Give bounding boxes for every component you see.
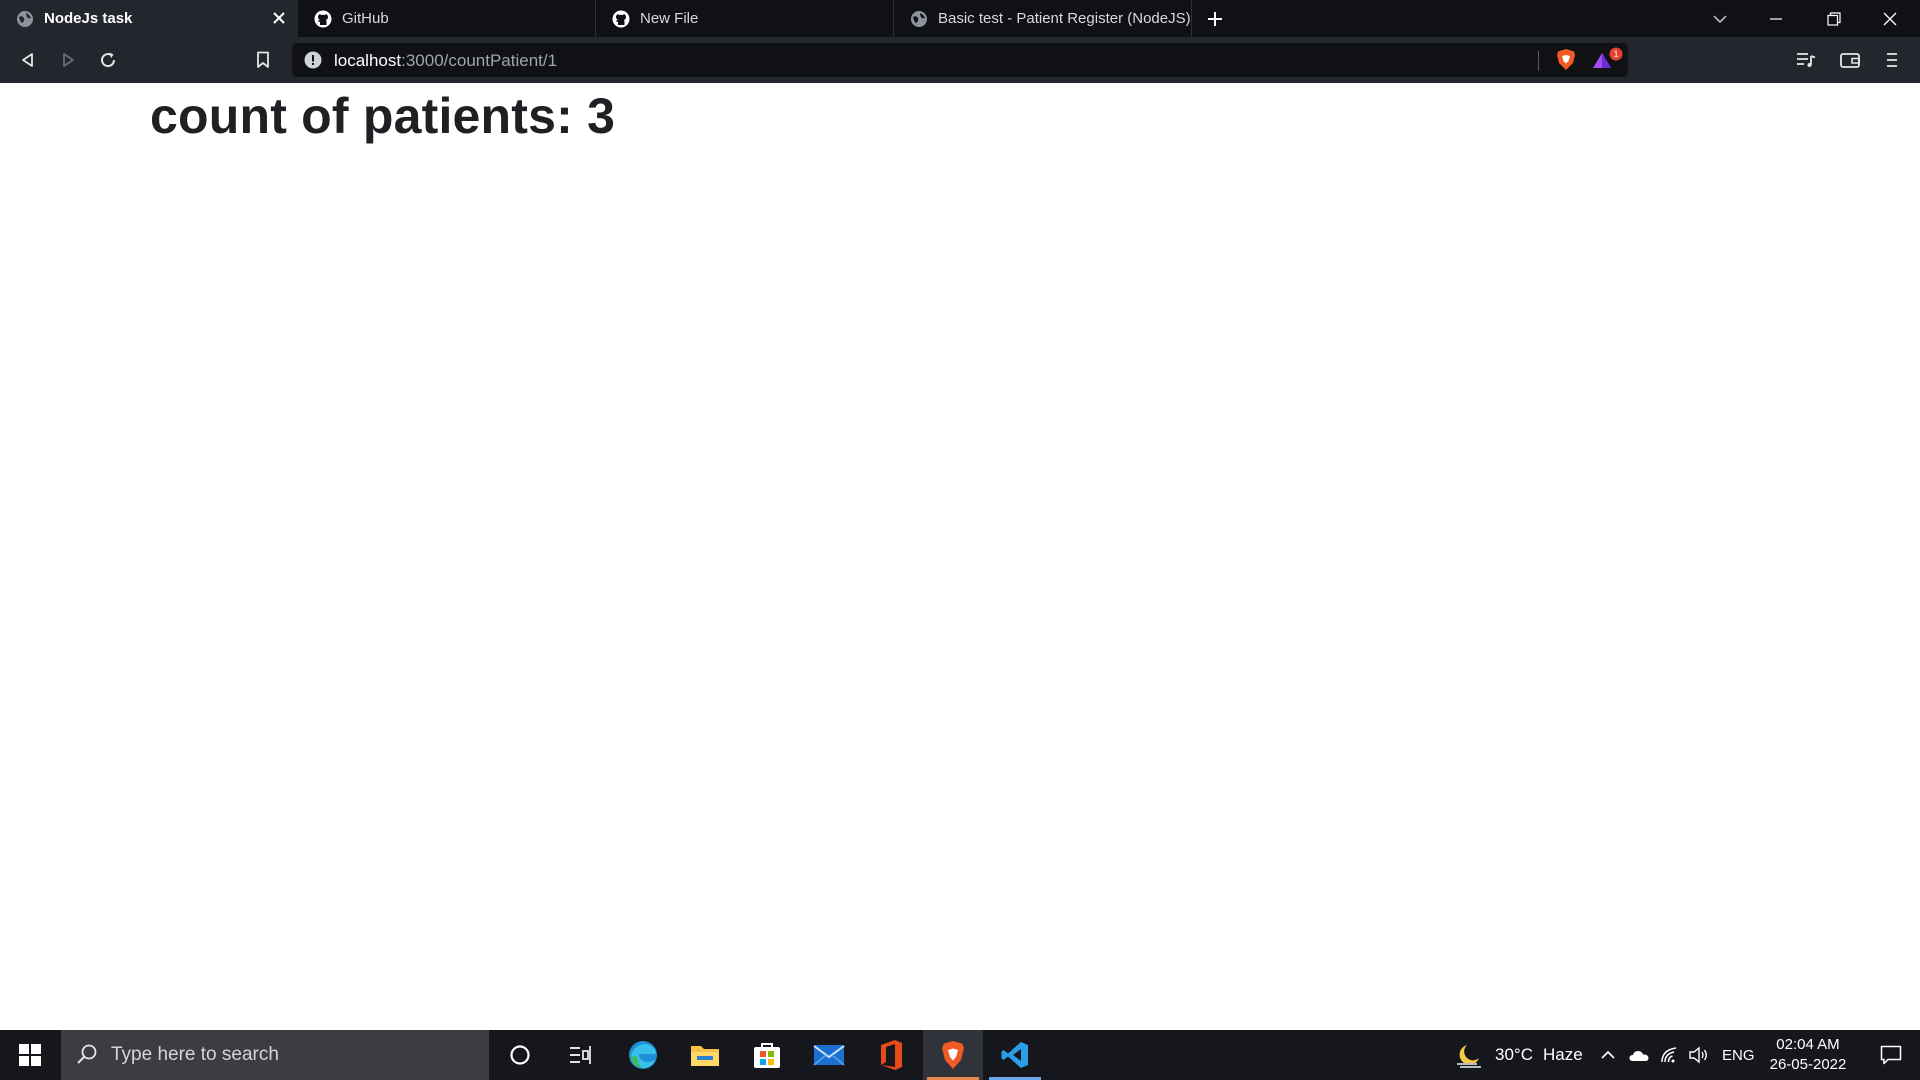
plus-icon (1208, 11, 1222, 26)
address-divider (1538, 51, 1539, 71)
moon-haze-icon (1457, 1045, 1481, 1068)
close-window-button[interactable] (1862, 0, 1918, 37)
weather-temperature: 30°C (1495, 1045, 1533, 1064)
address-text[interactable]: localhost:3000/countPatient/1 (334, 51, 557, 71)
address-path: :3000/countPatient/1 (401, 51, 558, 70)
vscode-icon (1001, 1042, 1028, 1068)
new-tab-button[interactable] (1192, 0, 1238, 37)
tab-github[interactable]: GitHub (298, 0, 596, 37)
task-view-button[interactable] (550, 1030, 610, 1080)
forward-arrow-icon (63, 53, 74, 67)
system-tray: ENG (1600, 1030, 1755, 1080)
hamburger-menu-icon (1887, 53, 1897, 67)
reload-icon (101, 52, 116, 68)
restore-button[interactable] (1806, 0, 1862, 37)
minimize-icon (1770, 17, 1782, 20)
wallet-icon (1840, 53, 1860, 68)
forward-button[interactable] (54, 46, 82, 74)
menu-button[interactable] (1878, 46, 1906, 74)
network-icon[interactable] (1660, 1046, 1680, 1064)
vscode-taskbar-icon[interactable] (985, 1030, 1045, 1080)
brave-shields-icon[interactable] (1554, 48, 1578, 72)
file-explorer-taskbar-icon[interactable] (675, 1030, 735, 1080)
mail-icon (813, 1045, 845, 1066)
tab-strip: NodeJs task GitHub New File Basic test -… (0, 0, 1920, 37)
volume-icon[interactable] (1688, 1046, 1708, 1064)
clock-time: 02:04 AM (1776, 1036, 1840, 1053)
tab-title: NodeJs task (44, 10, 133, 27)
brave-rewards-icon[interactable]: 1 (1592, 47, 1624, 73)
onedrive-icon[interactable] (1628, 1047, 1650, 1063)
action-center-button[interactable] (1862, 1030, 1920, 1080)
notification-icon (1880, 1045, 1902, 1065)
brave-icon (942, 1041, 964, 1069)
office-icon (881, 1040, 902, 1070)
wallet-button[interactable] (1836, 46, 1864, 74)
start-button[interactable] (0, 1030, 60, 1080)
tab-title: New File (640, 10, 699, 27)
edge-taskbar-icon[interactable] (613, 1030, 673, 1080)
playlist-icon (1797, 53, 1816, 67)
show-hidden-icons-icon[interactable] (1600, 1047, 1616, 1063)
windows-taskbar: Type here to search 30°C Haze ENG 02:04 … (0, 1030, 1920, 1080)
restore-icon (1827, 11, 1841, 26)
tab-title: GitHub (342, 10, 389, 27)
microsoft-store-icon (754, 1043, 780, 1068)
store-taskbar-icon[interactable] (737, 1030, 797, 1080)
bookmark-button[interactable] (249, 46, 277, 74)
browser-toolbar: localhost:3000/countPatient/1 1 (0, 37, 1920, 83)
tab-basic-test[interactable]: Basic test - Patient Register (NodeJS) (894, 0, 1192, 37)
language-indicator[interactable]: ENG (1722, 1047, 1755, 1064)
globe-icon (16, 10, 34, 28)
clock-date: 26-05-2022 (1769, 1056, 1847, 1073)
edge-icon (629, 1041, 657, 1069)
cortana-circle-icon (510, 1045, 530, 1065)
weather-widget[interactable]: 30°C Haze (1455, 1030, 1583, 1080)
globe-icon (910, 10, 928, 28)
close-icon (1883, 12, 1897, 25)
cortana-button[interactable] (490, 1030, 550, 1080)
brave-taskbar-icon[interactable] (923, 1030, 983, 1080)
tab-search-button[interactable] (1692, 0, 1748, 37)
address-bar[interactable]: localhost:3000/countPatient/1 1 (292, 43, 1628, 77)
tab-new-file[interactable]: New File (596, 0, 894, 37)
page-content: count of patients: 3 (0, 83, 1920, 1030)
mail-taskbar-icon[interactable] (799, 1030, 859, 1080)
github-icon (314, 10, 332, 28)
minimize-button[interactable] (1748, 0, 1804, 37)
back-button[interactable] (14, 46, 42, 74)
address-host: localhost (334, 51, 402, 70)
bookmark-icon (257, 51, 269, 68)
taskbar-search[interactable]: Type here to search (61, 1030, 489, 1080)
playlist-button[interactable] (1792, 46, 1820, 74)
search-placeholder: Type here to search (111, 1044, 279, 1065)
search-icon (77, 1044, 97, 1064)
taskbar-clock[interactable]: 02:04 AM 26-05-2022 (1760, 1035, 1856, 1075)
chevron-down-icon (1713, 14, 1727, 23)
folder-icon (691, 1046, 719, 1066)
info-icon[interactable] (304, 51, 322, 69)
tab-title: Basic test - Patient Register (NodeJS) (938, 10, 1191, 27)
windows-logo-icon (19, 1044, 41, 1066)
close-icon[interactable] (270, 9, 288, 27)
back-arrow-icon (22, 53, 33, 67)
page-title: count of patients: 3 (150, 88, 616, 144)
task-view-icon (570, 1046, 591, 1064)
rewards-badge: 1 (1613, 49, 1618, 59)
office-taskbar-icon[interactable] (861, 1030, 921, 1080)
tab-nodejs-task[interactable]: NodeJs task (0, 0, 298, 37)
github-icon (612, 10, 630, 28)
reload-button[interactable] (94, 46, 122, 74)
weather-condition: Haze (1542, 1045, 1583, 1064)
